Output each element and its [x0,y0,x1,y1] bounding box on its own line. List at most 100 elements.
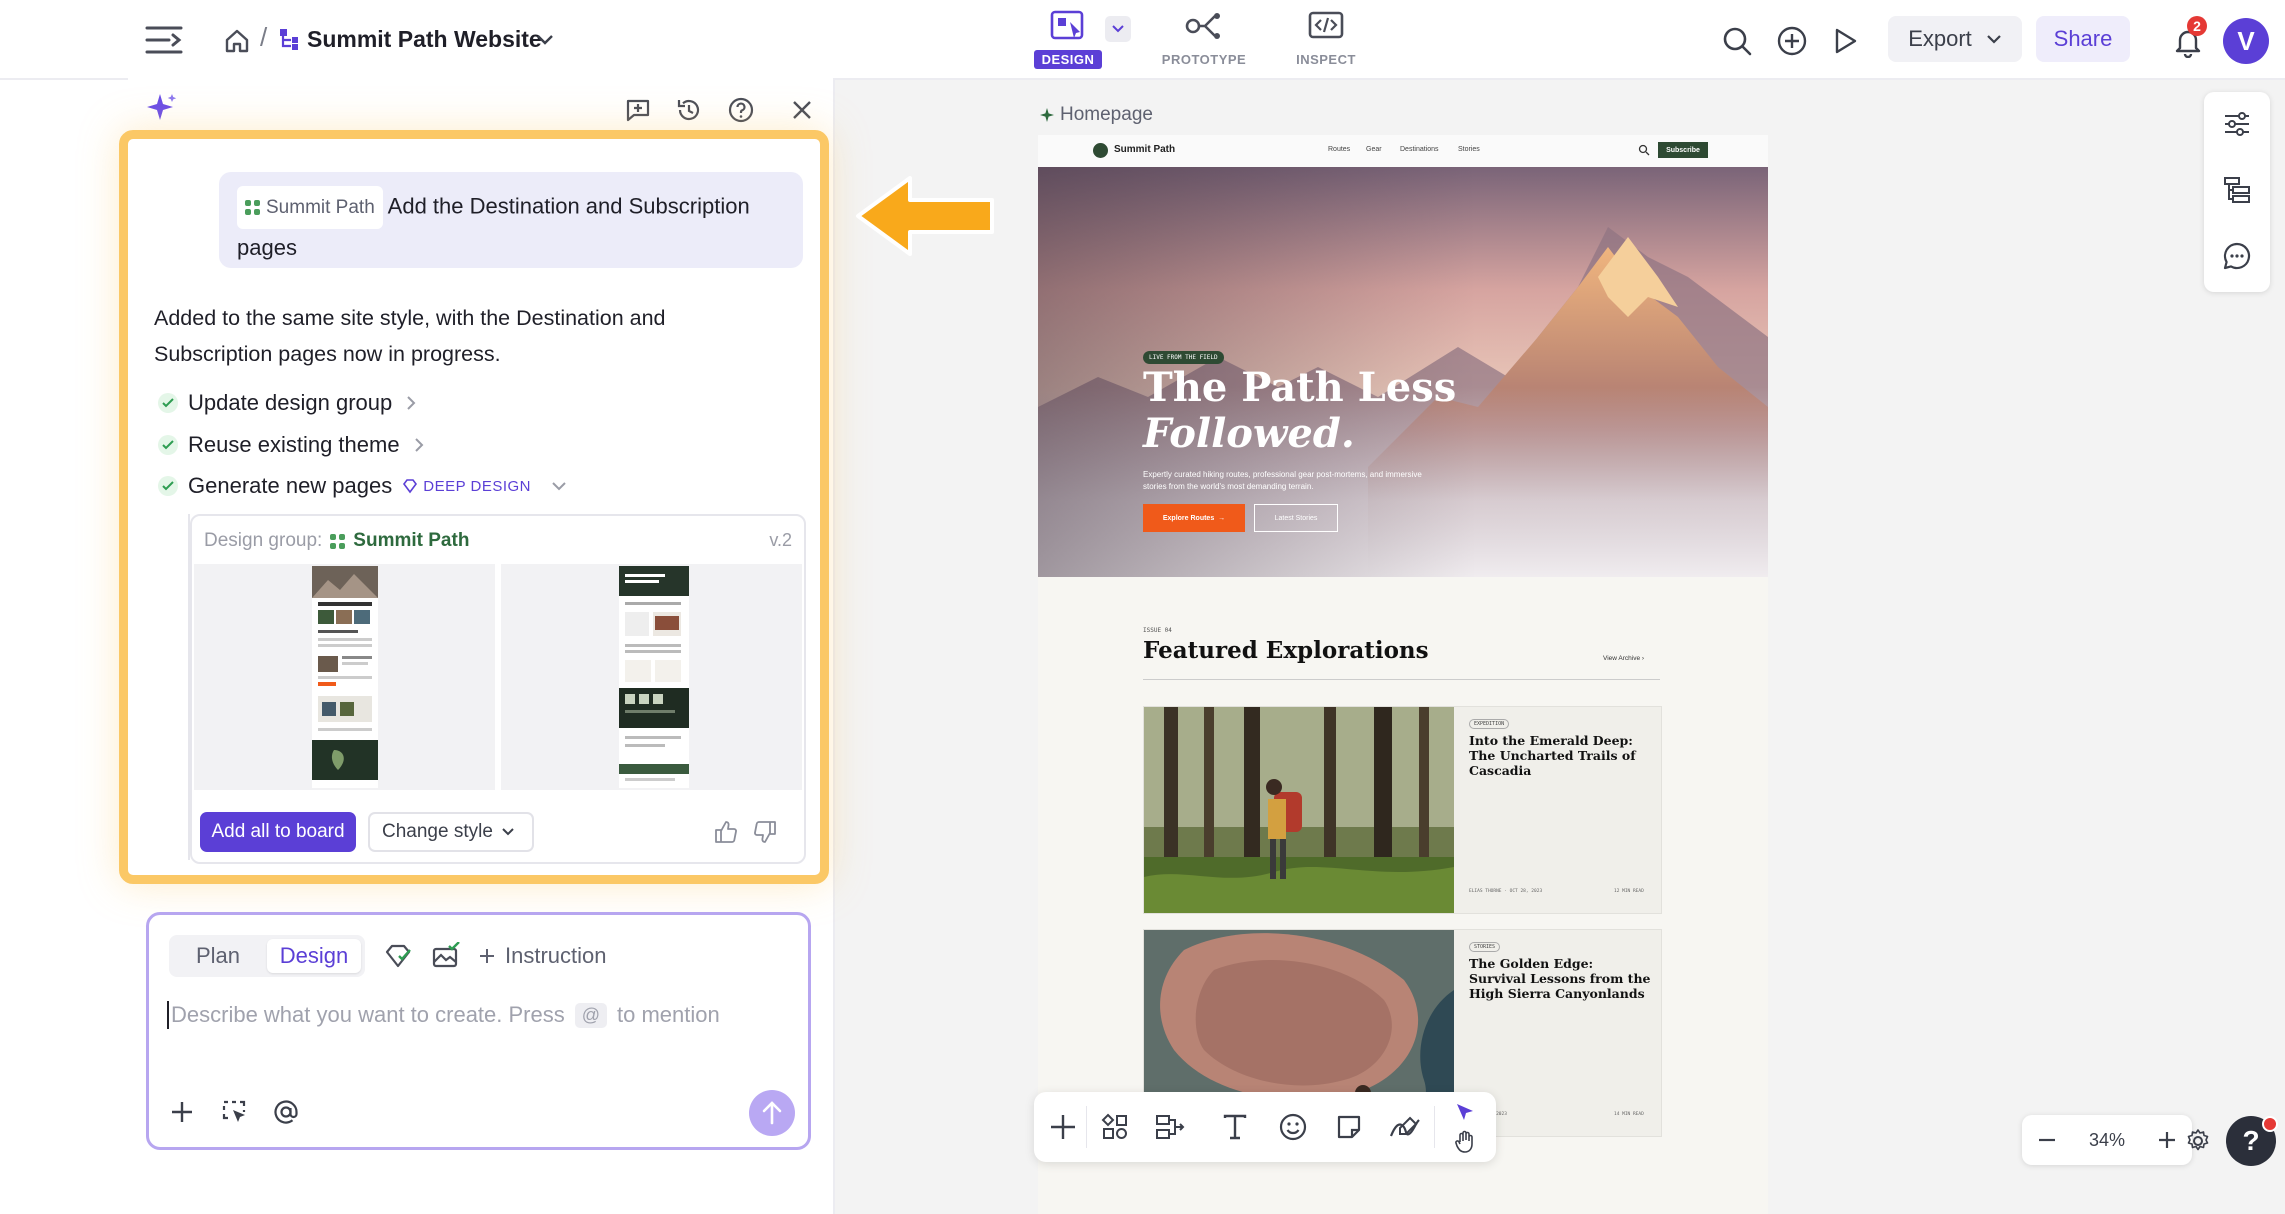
prompt-input[interactable]: Describe what you want to create. Press … [167,1001,720,1029]
mode-design-option[interactable]: Design [267,939,361,973]
layers-icon[interactable] [2217,170,2257,210]
properties-sliders-icon[interactable] [2217,104,2257,144]
hero-primary-button: Explore Routes → [1143,504,1245,532]
view-archive-link: View Archive › [1603,655,1645,662]
help-icon[interactable] [725,94,757,126]
plus-icon [480,949,494,963]
flow-icon[interactable] [1148,1104,1194,1150]
check-icon [158,476,178,496]
breadcrumb-separator: / [260,22,268,52]
tab-design[interactable]: DESIGN [1020,8,1116,69]
mention-key: @ [574,1002,608,1028]
toolbar-divider [1086,1106,1087,1148]
hand-pan-icon[interactable] [1448,1128,1482,1156]
prompt-composer: Plan Design Instruction Describe what yo… [146,912,811,1150]
export-label: Export [1908,26,1972,51]
page-thumbnail-subscription[interactable] [501,564,802,790]
pointer-select-icon[interactable] [1448,1098,1482,1126]
chevron-right-icon [407,396,416,410]
homepage-frame[interactable]: Summit Path Routes Gear Destinations Sto… [1038,135,1768,1214]
comments-icon[interactable] [2217,236,2257,276]
menu-icon[interactable] [144,22,184,58]
play-icon[interactable] [1828,24,1862,58]
project-title[interactable]: Summit Path Website [307,26,542,53]
avatar[interactable]: V [2223,18,2269,64]
change-style-label: Change style [382,821,493,842]
mode-plan-option[interactable]: Plan [173,939,263,973]
site-nav-stories: Stories [1458,146,1480,153]
assistant-response: Added to the same site style, with the D… [154,306,666,366]
site-search-icon [1638,144,1650,156]
sparkle-icon [1040,108,1054,122]
section-divider [1143,679,1660,680]
site-nav-routes: Routes [1328,146,1351,153]
step-label: Update design group [188,390,393,415]
arrow-up-icon [762,1101,782,1125]
design-dropdown-chevron-icon[interactable] [1105,16,1131,42]
step-update-design-group[interactable]: Update design group [158,390,416,416]
hero-subtitle: Expertly curated hiking routes, professi… [1143,470,1422,491]
design-group-name[interactable]: Summit Path [353,530,469,552]
placeholder-text: Describe what you want to create. Press [171,1002,565,1027]
thumbs-down-icon[interactable] [749,816,781,848]
pen-draw-icon[interactable] [1382,1104,1428,1150]
story-card-1: EXPEDITION Into the Emerald Deep: The Un… [1143,706,1662,914]
instruction-button[interactable]: Instruction [479,943,607,969]
zoom-control: 34% [2022,1115,2192,1165]
design-group-chip[interactable]: Summit Path [237,186,383,229]
mention-at-icon[interactable] [269,1095,303,1129]
zoom-out-button[interactable] [2038,1138,2056,1142]
sticky-note-icon[interactable] [1326,1104,1372,1150]
page-preview-image [312,566,378,788]
home-icon[interactable] [222,26,252,56]
add-circle-icon[interactable] [1775,24,1809,58]
chevron-right-icon [414,438,423,452]
right-rail [2204,92,2270,292]
add-all-to-board-button[interactable]: Add all to board [200,812,356,852]
export-button[interactable]: Export [1888,16,2022,62]
site-nav-destinations: Destinations [1400,146,1439,153]
close-icon[interactable] [786,94,818,126]
notification-badge: 2 [2187,16,2207,36]
chevron-down-icon [502,828,514,836]
hero-title-line2: Followed. [1143,410,1355,457]
toolbar-divider [1434,1106,1435,1148]
tab-inspect[interactable]: INSPECT [1278,8,1374,69]
page-preview-image [619,566,689,788]
attach-plus-icon[interactable] [165,1095,199,1129]
step-reuse-theme[interactable]: Reuse existing theme [158,432,424,458]
ai-sparkle-icon [144,92,178,126]
site-nav: Summit Path Routes Gear Destinations Sto… [1038,135,1768,167]
quality-diamond-icon[interactable] [381,939,415,973]
step-generate-pages[interactable]: Generate new pages DEEP DESIGN [158,473,567,499]
share-button[interactable]: Share [2036,16,2130,62]
emoji-icon[interactable] [1270,1104,1316,1150]
frame-label[interactable]: Homepage [1040,104,1153,126]
history-icon[interactable] [673,94,705,126]
design-group-prefix: Design group: [204,530,323,551]
page-thumbnail-destination[interactable] [194,564,495,790]
issue-label: ISSUE 04 [1143,627,1172,634]
change-style-button[interactable]: Change style [368,812,534,852]
grid-icon [330,533,346,549]
tab-prototype[interactable]: PROTOTYPE [1156,8,1252,69]
text-tool-icon[interactable] [1212,1104,1258,1150]
site-nav-gear: Gear [1366,146,1382,153]
thumbs-up-icon[interactable] [710,816,742,848]
components-icon[interactable] [1092,1104,1138,1150]
diamond-icon [403,479,418,494]
story-1-readtime: 12 MIN READ [1614,889,1644,894]
add-shape-plus-icon[interactable] [1040,1104,1086,1150]
new-chat-icon[interactable] [622,94,654,126]
placeholder-text-end: to mention [617,1002,720,1027]
version-label: v.2 [769,530,792,550]
settings-gear-icon[interactable] [2180,1123,2216,1159]
select-element-icon[interactable] [217,1095,251,1129]
send-button[interactable] [749,1090,795,1136]
image-check-icon[interactable] [429,939,463,973]
zoom-level[interactable]: 34% [2089,1130,2125,1151]
zoom-in-button[interactable] [2158,1131,2176,1149]
chevron-down-icon[interactable] [533,28,557,52]
search-icon[interactable] [1720,24,1754,58]
story-1-title: Into the Emerald Deep: The Uncharted Tra… [1469,733,1636,778]
